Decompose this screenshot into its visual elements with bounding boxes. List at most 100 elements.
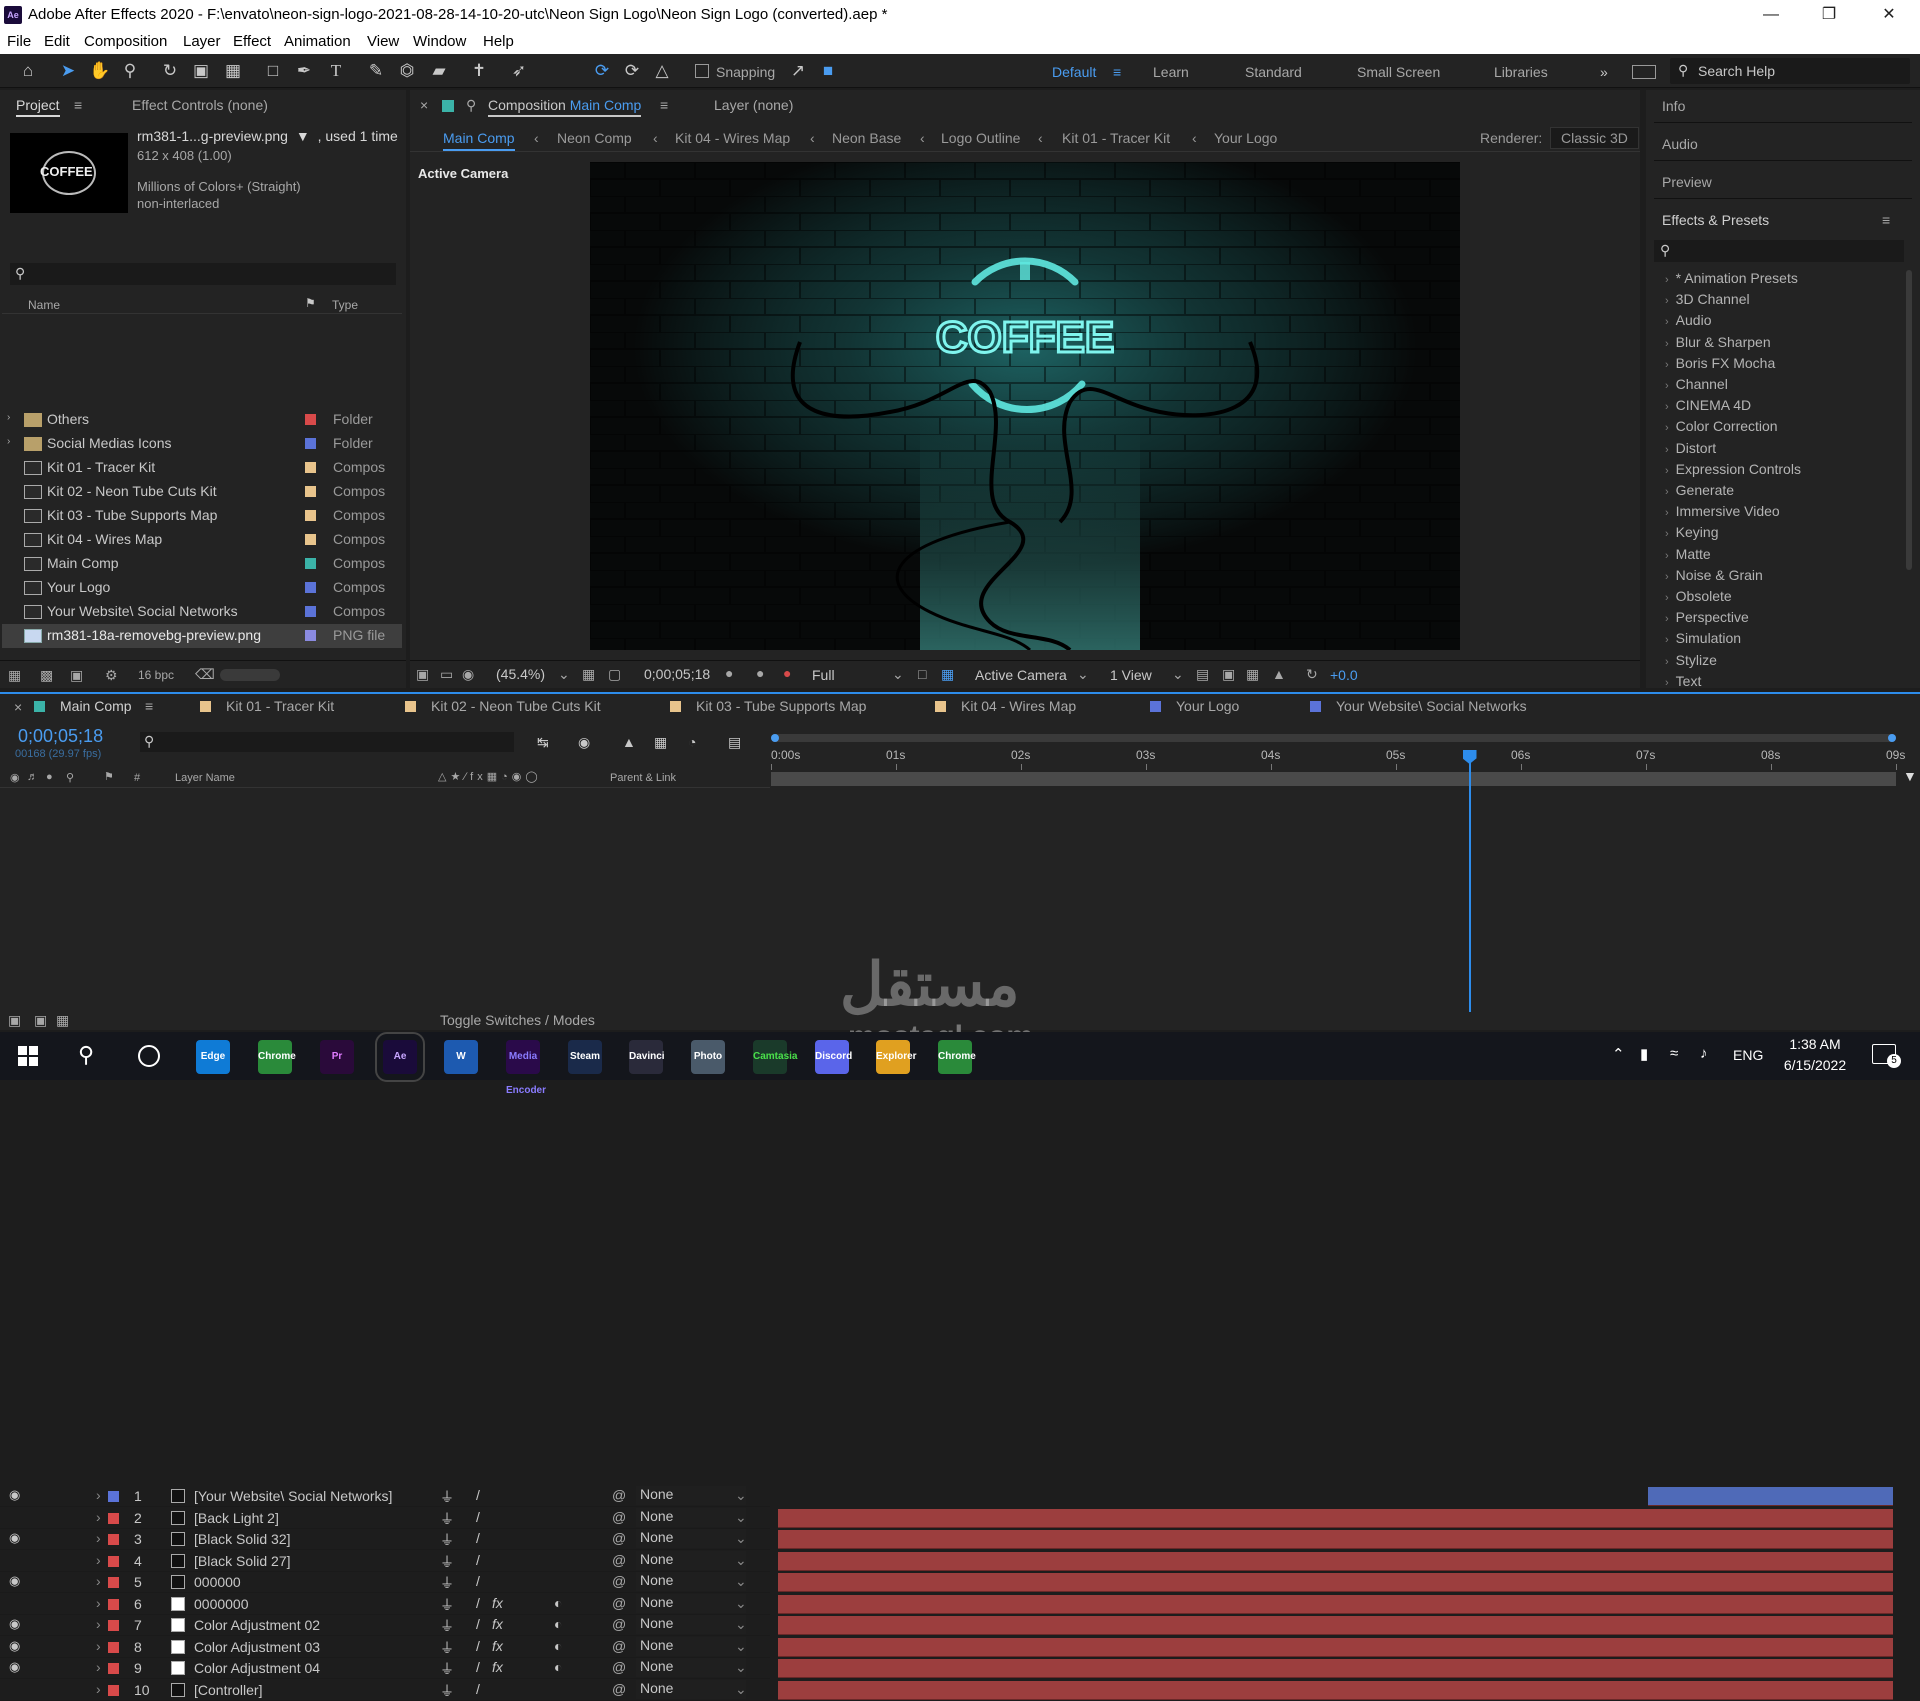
more-workspaces-icon[interactable]: » [1600, 64, 1608, 80]
label-tag-icon[interactable]: ⚑ [104, 770, 114, 783]
chevron-right-icon[interactable]: › [7, 412, 10, 423]
menu-layer[interactable]: Layer [183, 33, 221, 50]
world-axis-icon[interactable]: ⟳ [621, 60, 643, 82]
layer-duration-bar[interactable] [778, 1637, 1893, 1657]
cortana-icon[interactable] [138, 1045, 160, 1067]
close-icon[interactable]: × [14, 699, 22, 715]
layer-label-swatch[interactable] [108, 1663, 119, 1674]
label-color-swatch[interactable] [305, 438, 316, 449]
effects-category[interactable]: › Simulation [1665, 630, 1741, 646]
pick-whip-icon[interactable]: @ [612, 1638, 626, 1654]
tab-effect-controls[interactable]: Effect Controls (none) [132, 97, 268, 113]
timeline-layer-row[interactable]: ◉ › 4 [Black Solid 27] ⏚ / @ None⌄ [0, 1550, 770, 1572]
steam-icon[interactable]: Steam [568, 1040, 602, 1074]
file-explorer-icon[interactable]: Explorer [876, 1040, 917, 1074]
effects-category[interactable]: › Text [1665, 673, 1701, 689]
eye-icon[interactable]: ◉ [9, 1530, 20, 1546]
label-tag-icon[interactable]: ⚑ [305, 296, 316, 310]
label-color-swatch[interactable] [305, 414, 316, 425]
channel-icon[interactable]: ● [783, 665, 791, 681]
pick-whip-icon[interactable]: @ [612, 1659, 626, 1675]
layer-name[interactable]: [Black Solid 32] [194, 1531, 434, 1547]
pick-whip-icon[interactable]: @ [612, 1681, 626, 1697]
toggle-pixel-aspect-icon[interactable]: ▤ [1196, 666, 1209, 683]
video-visibility-icon[interactable]: ◉ [10, 771, 20, 784]
type-tool-icon[interactable]: T [325, 60, 347, 82]
snapping-checkbox[interactable] [695, 64, 709, 78]
shy-switch-icon[interactable]: ⏚ [440, 1509, 454, 1529]
zoom-tool-icon[interactable]: ⚲ [119, 60, 141, 82]
frame-blending-icon[interactable]: ▦ [654, 734, 667, 751]
chevron-right-icon[interactable]: › [96, 1659, 101, 1675]
wifi-icon[interactable]: ≈ [1670, 1045, 1678, 1062]
effects-category[interactable]: › Noise & Grain [1665, 567, 1763, 583]
bit-depth-label[interactable]: 16 bpc [138, 668, 174, 682]
chevron-right-icon[interactable]: › [96, 1616, 101, 1632]
comp-button-icon[interactable]: ▣ [8, 1012, 21, 1029]
layer-label-swatch[interactable] [108, 1577, 119, 1588]
draft-3d-icon[interactable]: ◉ [578, 734, 590, 751]
layer-label-swatch[interactable] [108, 1534, 119, 1545]
breadcrumb-neon-base[interactable]: Neon Base [832, 130, 901, 146]
rotation-tool-icon[interactable]: ↻ [159, 60, 181, 82]
chevron-right-icon[interactable]: › [96, 1487, 101, 1503]
parent-dropdown[interactable]: None [636, 1679, 746, 1699]
effects-category[interactable]: › Obsolete [1665, 588, 1732, 604]
comp-mini-flowchart-icon[interactable]: ↹ [537, 734, 549, 751]
puppet-pin-tool-icon[interactable]: ➶ [508, 60, 530, 82]
effects-category[interactable]: › CINEMA 4D [1665, 397, 1751, 413]
layer-name[interactable]: [Your Website\ Social Networks] [194, 1488, 434, 1504]
breadcrumb-neon-comp[interactable]: Neon Comp [557, 130, 632, 146]
parent-dropdown[interactable]: None [636, 1615, 746, 1634]
timeline-layer-row[interactable]: ◉ › 5 000000 ⏚ / @ None ⌄ [0, 1572, 770, 1593]
panel-menu-icon[interactable]: ≡ [74, 97, 82, 113]
layer-label-swatch[interactable] [108, 1555, 119, 1567]
vr-icon[interactable]: ◉ [462, 666, 474, 683]
layer-label-swatch[interactable] [108, 1641, 119, 1653]
project-settings-icon[interactable]: ⚙ [105, 667, 118, 684]
quality-switch-icon[interactable]: / [476, 1659, 480, 1675]
panel-menu-icon[interactable]: ≡ [145, 698, 153, 714]
show-hidden-icons-icon[interactable]: ⌃ [1612, 1045, 1625, 1063]
parent-dropdown[interactable]: None [636, 1529, 746, 1548]
parent-dropdown[interactable]: None [636, 1572, 746, 1591]
parent-dropdown[interactable]: None [636, 1658, 746, 1677]
parent-dropdown[interactable]: None [636, 1550, 746, 1570]
new-folder-icon[interactable]: ▩ [40, 667, 53, 684]
layer-name[interactable]: Color Adjustment 02 [194, 1617, 434, 1633]
project-item[interactable]: Your Logo Compos [2, 576, 402, 600]
layer-name[interactable]: [Black Solid 27] [194, 1553, 434, 1569]
snap-options-icon[interactable]: ↗ [787, 60, 809, 82]
pick-whip-icon[interactable]: @ [612, 1552, 626, 1568]
project-item[interactable]: Kit 03 - Tube Supports Map Compos [2, 504, 402, 528]
chevron-down-icon[interactable]: ⌄ [735, 1487, 747, 1504]
audio-panel-tab[interactable]: Audio [1662, 136, 1698, 152]
column-layer-name[interactable]: Layer Name [175, 772, 235, 784]
clone-stamp-tool-icon[interactable]: ⏣ [396, 60, 418, 82]
label-color-swatch[interactable] [305, 558, 316, 569]
work-area-end-handle[interactable] [1888, 734, 1896, 742]
layer-label-swatch[interactable] [108, 1620, 119, 1631]
brush-tool-icon[interactable]: ✎ [365, 60, 387, 82]
project-item[interactable]: Kit 02 - Neon Tube Cuts Kit Compos [2, 480, 402, 504]
effects-category[interactable]: › Distort [1665, 440, 1716, 456]
workspace-menu-icon[interactable]: ≡ [1113, 64, 1121, 80]
eye-icon[interactable]: ◉ [9, 1595, 20, 1611]
timeline-zoom-icon[interactable]: ▼ [1903, 768, 1917, 784]
quality-switch-icon[interactable]: / [476, 1573, 480, 1589]
premiere-pro-icon[interactable]: Pr [320, 1040, 354, 1074]
project-item[interactable]: Main Comp Compos [2, 552, 402, 576]
layer-name[interactable]: [Controller] [194, 1682, 434, 1698]
davinci-icon[interactable]: Davinci [629, 1040, 665, 1074]
shy-switch-icon[interactable]: ⏚ [440, 1487, 454, 1507]
clock-time[interactable]: 1:38 AM [1780, 1036, 1850, 1052]
camera-tool-icon[interactable]: ▣ [190, 60, 212, 82]
quality-switch-icon[interactable]: / [476, 1595, 480, 1611]
always-preview-icon[interactable]: ▣ [416, 666, 429, 683]
media-encoder-icon[interactable]: Media Encoder [506, 1040, 546, 1096]
parent-dropdown[interactable]: None [636, 1486, 746, 1505]
eye-icon[interactable]: ◉ [9, 1573, 20, 1589]
chevron-down-icon[interactable]: ⌄ [735, 1530, 747, 1547]
layer-duration-bar[interactable] [778, 1680, 1893, 1700]
layer-label-swatch[interactable] [108, 1491, 119, 1502]
